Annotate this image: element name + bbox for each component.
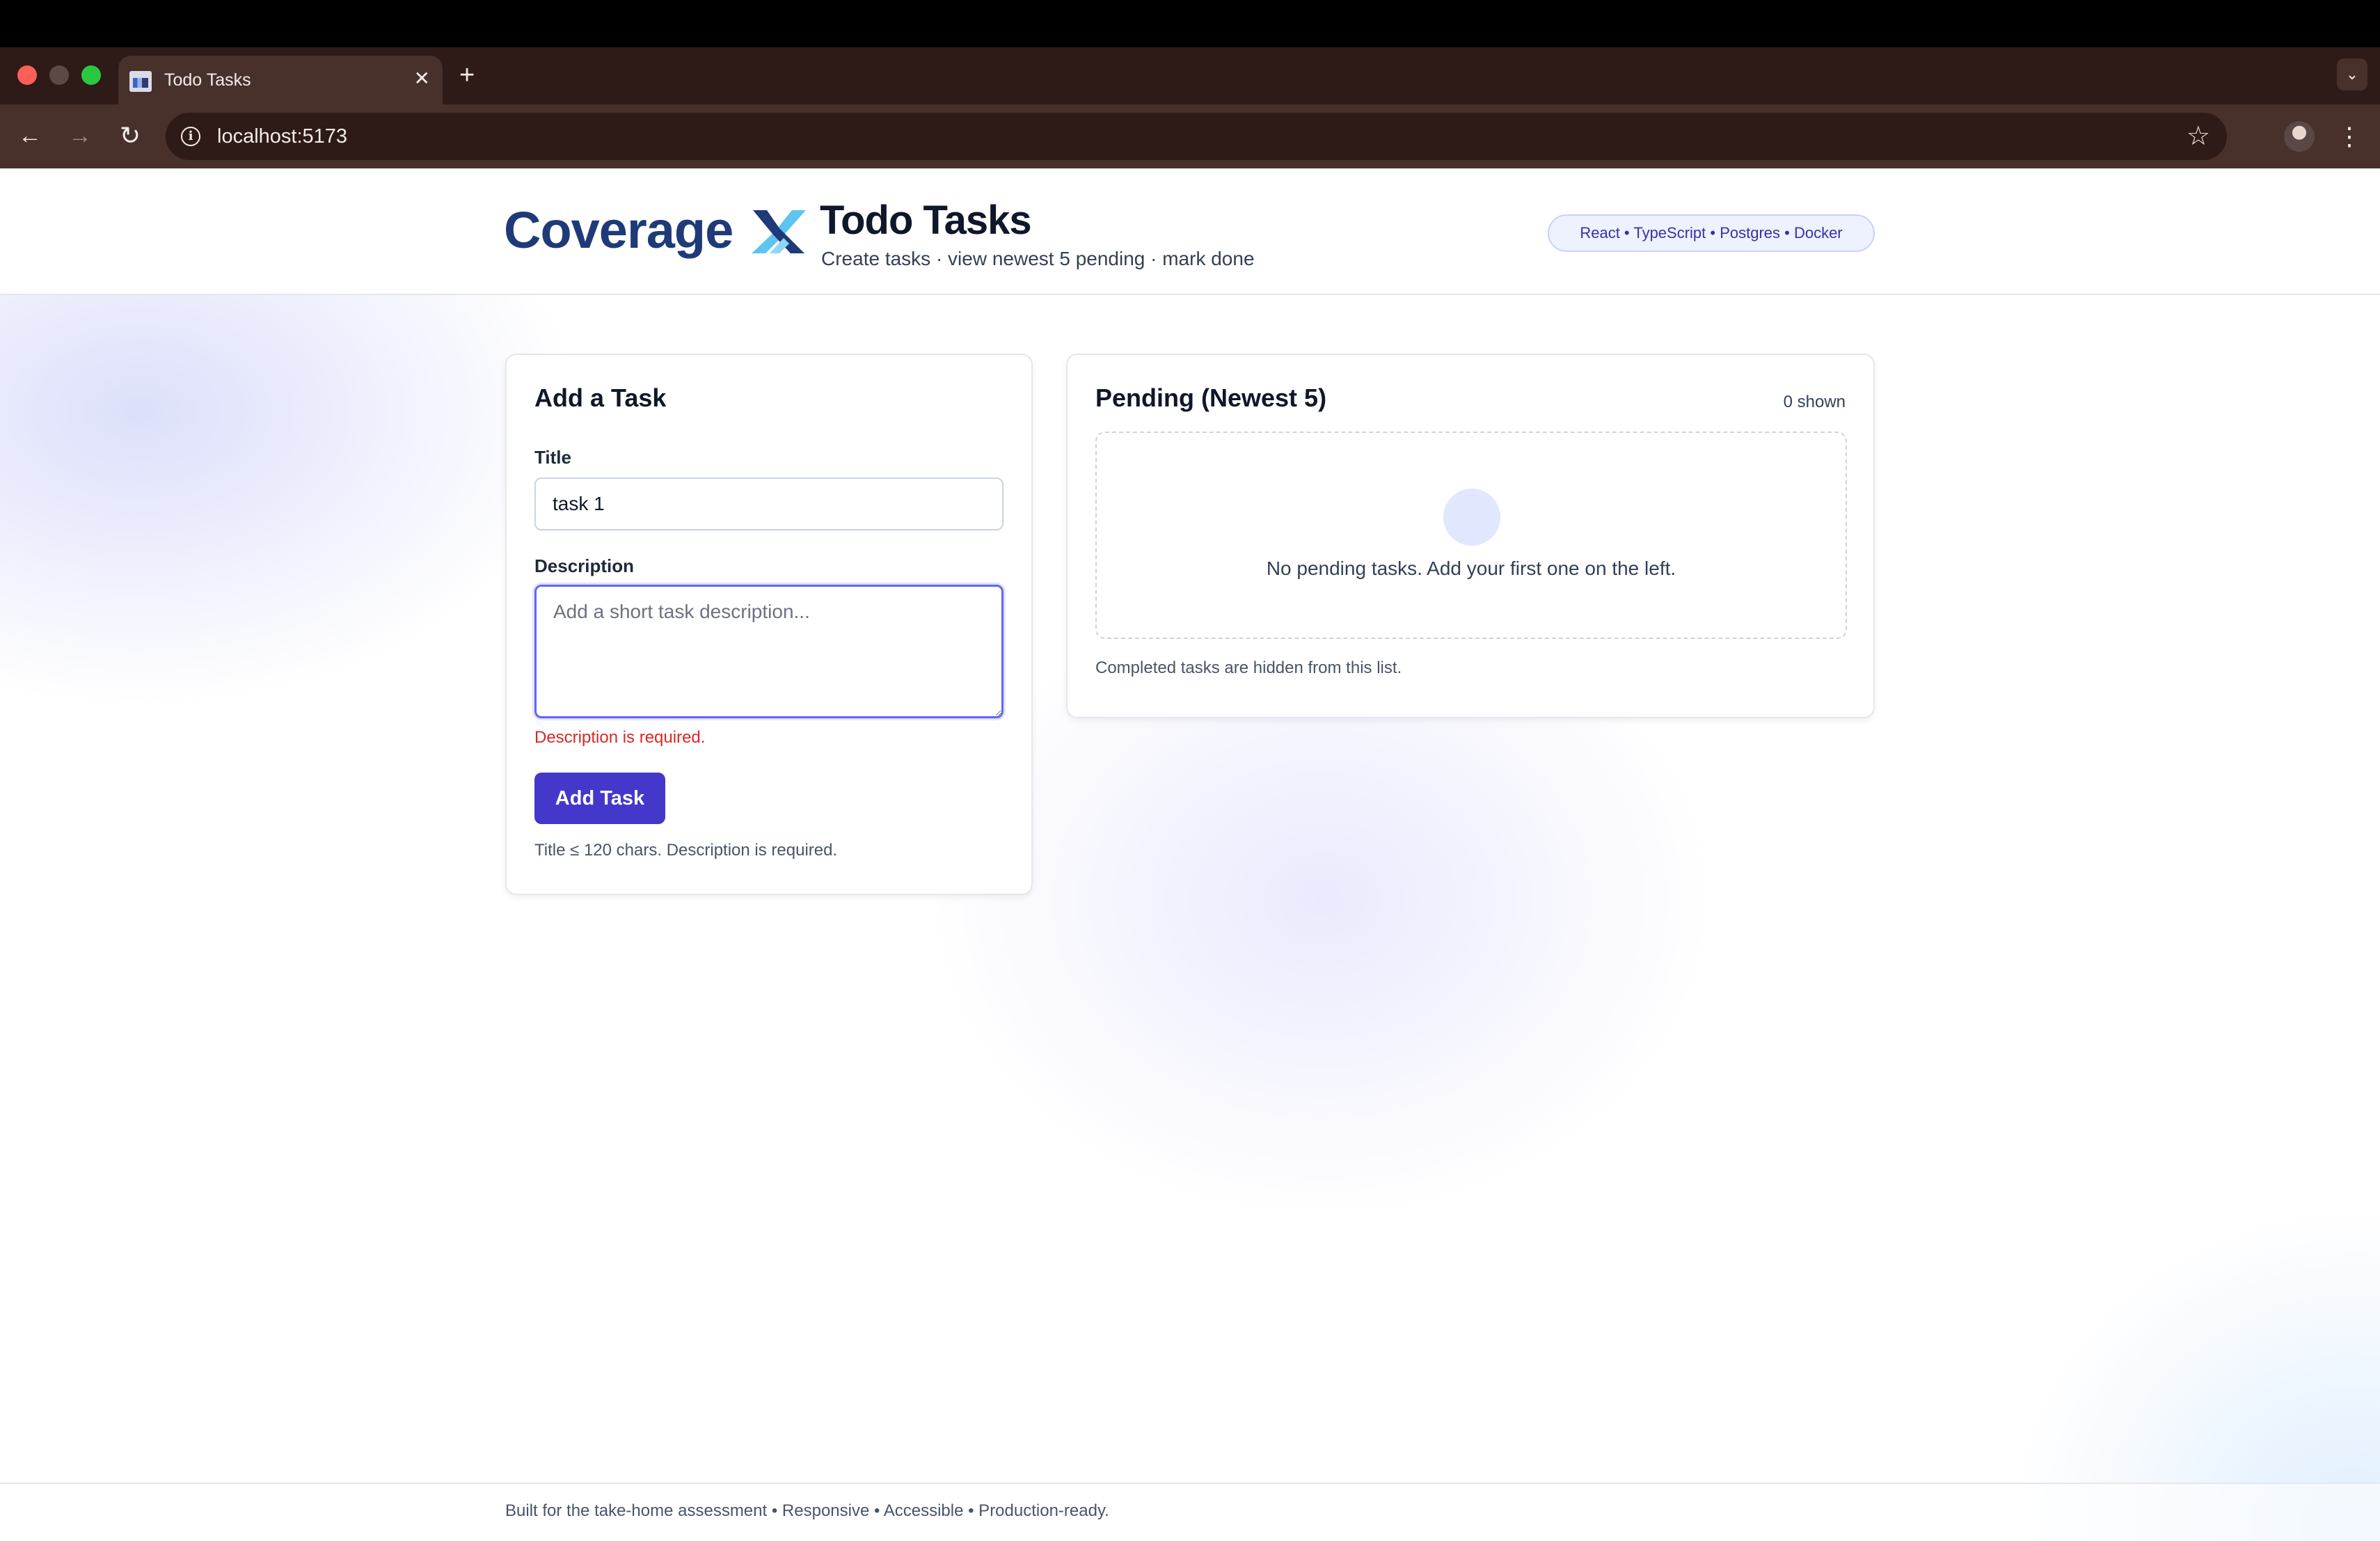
- site-info-icon[interactable]: i: [181, 127, 200, 146]
- browser-tab-active[interactable]: Todo Tasks ✕: [118, 56, 443, 104]
- page-title: Todo Tasks: [820, 198, 1032, 243]
- tech-stack-badge: React • TypeScript • Postgres • Docker: [1548, 214, 1875, 252]
- app-footer: Built for the take-home assessment • Res…: [0, 1483, 2380, 1541]
- address-bar[interactable]: i localhost:5173 ☆: [166, 113, 2227, 160]
- coverage-x-logo: Coverage: [504, 205, 806, 256]
- minimize-window-button[interactable]: [49, 65, 69, 85]
- page-subtitle: Create tasks · view newest 5 pending · m…: [821, 248, 1255, 269]
- app-header: Coverage Todo Tasks Create tasks · view …: [0, 168, 2380, 295]
- pending-footnote: Completed tasks are hidden from this lis…: [1095, 658, 1402, 677]
- profile-avatar-icon[interactable]: [2284, 121, 2315, 152]
- description-textarea[interactable]: [534, 585, 1003, 718]
- add-task-button[interactable]: Add Task: [534, 773, 665, 824]
- empty-state-circle-icon: [1443, 489, 1500, 546]
- add-task-card: Add a Task Title Description Description…: [505, 354, 1033, 895]
- forward-arrow-icon[interactable]: →: [63, 118, 97, 153]
- back-arrow-icon[interactable]: ←: [13, 118, 47, 153]
- browser-toolbar: ← → ↻ i localhost:5173 ☆ ⋮: [0, 104, 2380, 168]
- favicon-icon: [129, 71, 152, 92]
- new-tab-icon[interactable]: +: [459, 62, 475, 88]
- description-label: Description: [534, 555, 635, 576]
- empty-state: No pending tasks. Add your first one on …: [1095, 432, 1847, 639]
- title-label: Title: [534, 447, 571, 468]
- browser-menu-icon[interactable]: ⋮: [2335, 120, 2363, 153]
- close-tab-icon[interactable]: ✕: [414, 67, 430, 90]
- title-input[interactable]: [534, 477, 1003, 530]
- tab-search-chevron-icon[interactable]: ⌄: [2337, 58, 2367, 90]
- footer-text: Built for the take-home assessment • Res…: [505, 1501, 1109, 1520]
- description-error: Description is required.: [534, 728, 706, 747]
- screen-top-bar: [0, 0, 2380, 47]
- maximize-window-button[interactable]: [81, 65, 101, 85]
- close-window-button[interactable]: [17, 65, 37, 85]
- form-hint: Title ≤ 120 chars. Description is requir…: [534, 841, 838, 860]
- page-viewport: Coverage Todo Tasks Create tasks · view …: [0, 168, 2380, 1541]
- add-task-heading: Add a Task: [534, 384, 667, 412]
- reload-icon[interactable]: ↻: [113, 118, 148, 153]
- empty-state-text: No pending tasks. Add your first one on …: [1266, 558, 1676, 579]
- pending-tasks-card: Pending (Newest 5) 0 shown No pending ta…: [1066, 354, 1875, 718]
- logo-wordmark: Coverage: [504, 201, 733, 259]
- pending-heading: Pending (Newest 5): [1095, 384, 1327, 412]
- bookmark-star-icon[interactable]: ☆: [2187, 121, 2210, 152]
- url-text[interactable]: localhost:5173: [217, 124, 347, 149]
- pending-count: 0 shown: [1783, 393, 1846, 411]
- tab-title: Todo Tasks: [164, 70, 251, 90]
- logo-x-mark-icon: [752, 210, 806, 253]
